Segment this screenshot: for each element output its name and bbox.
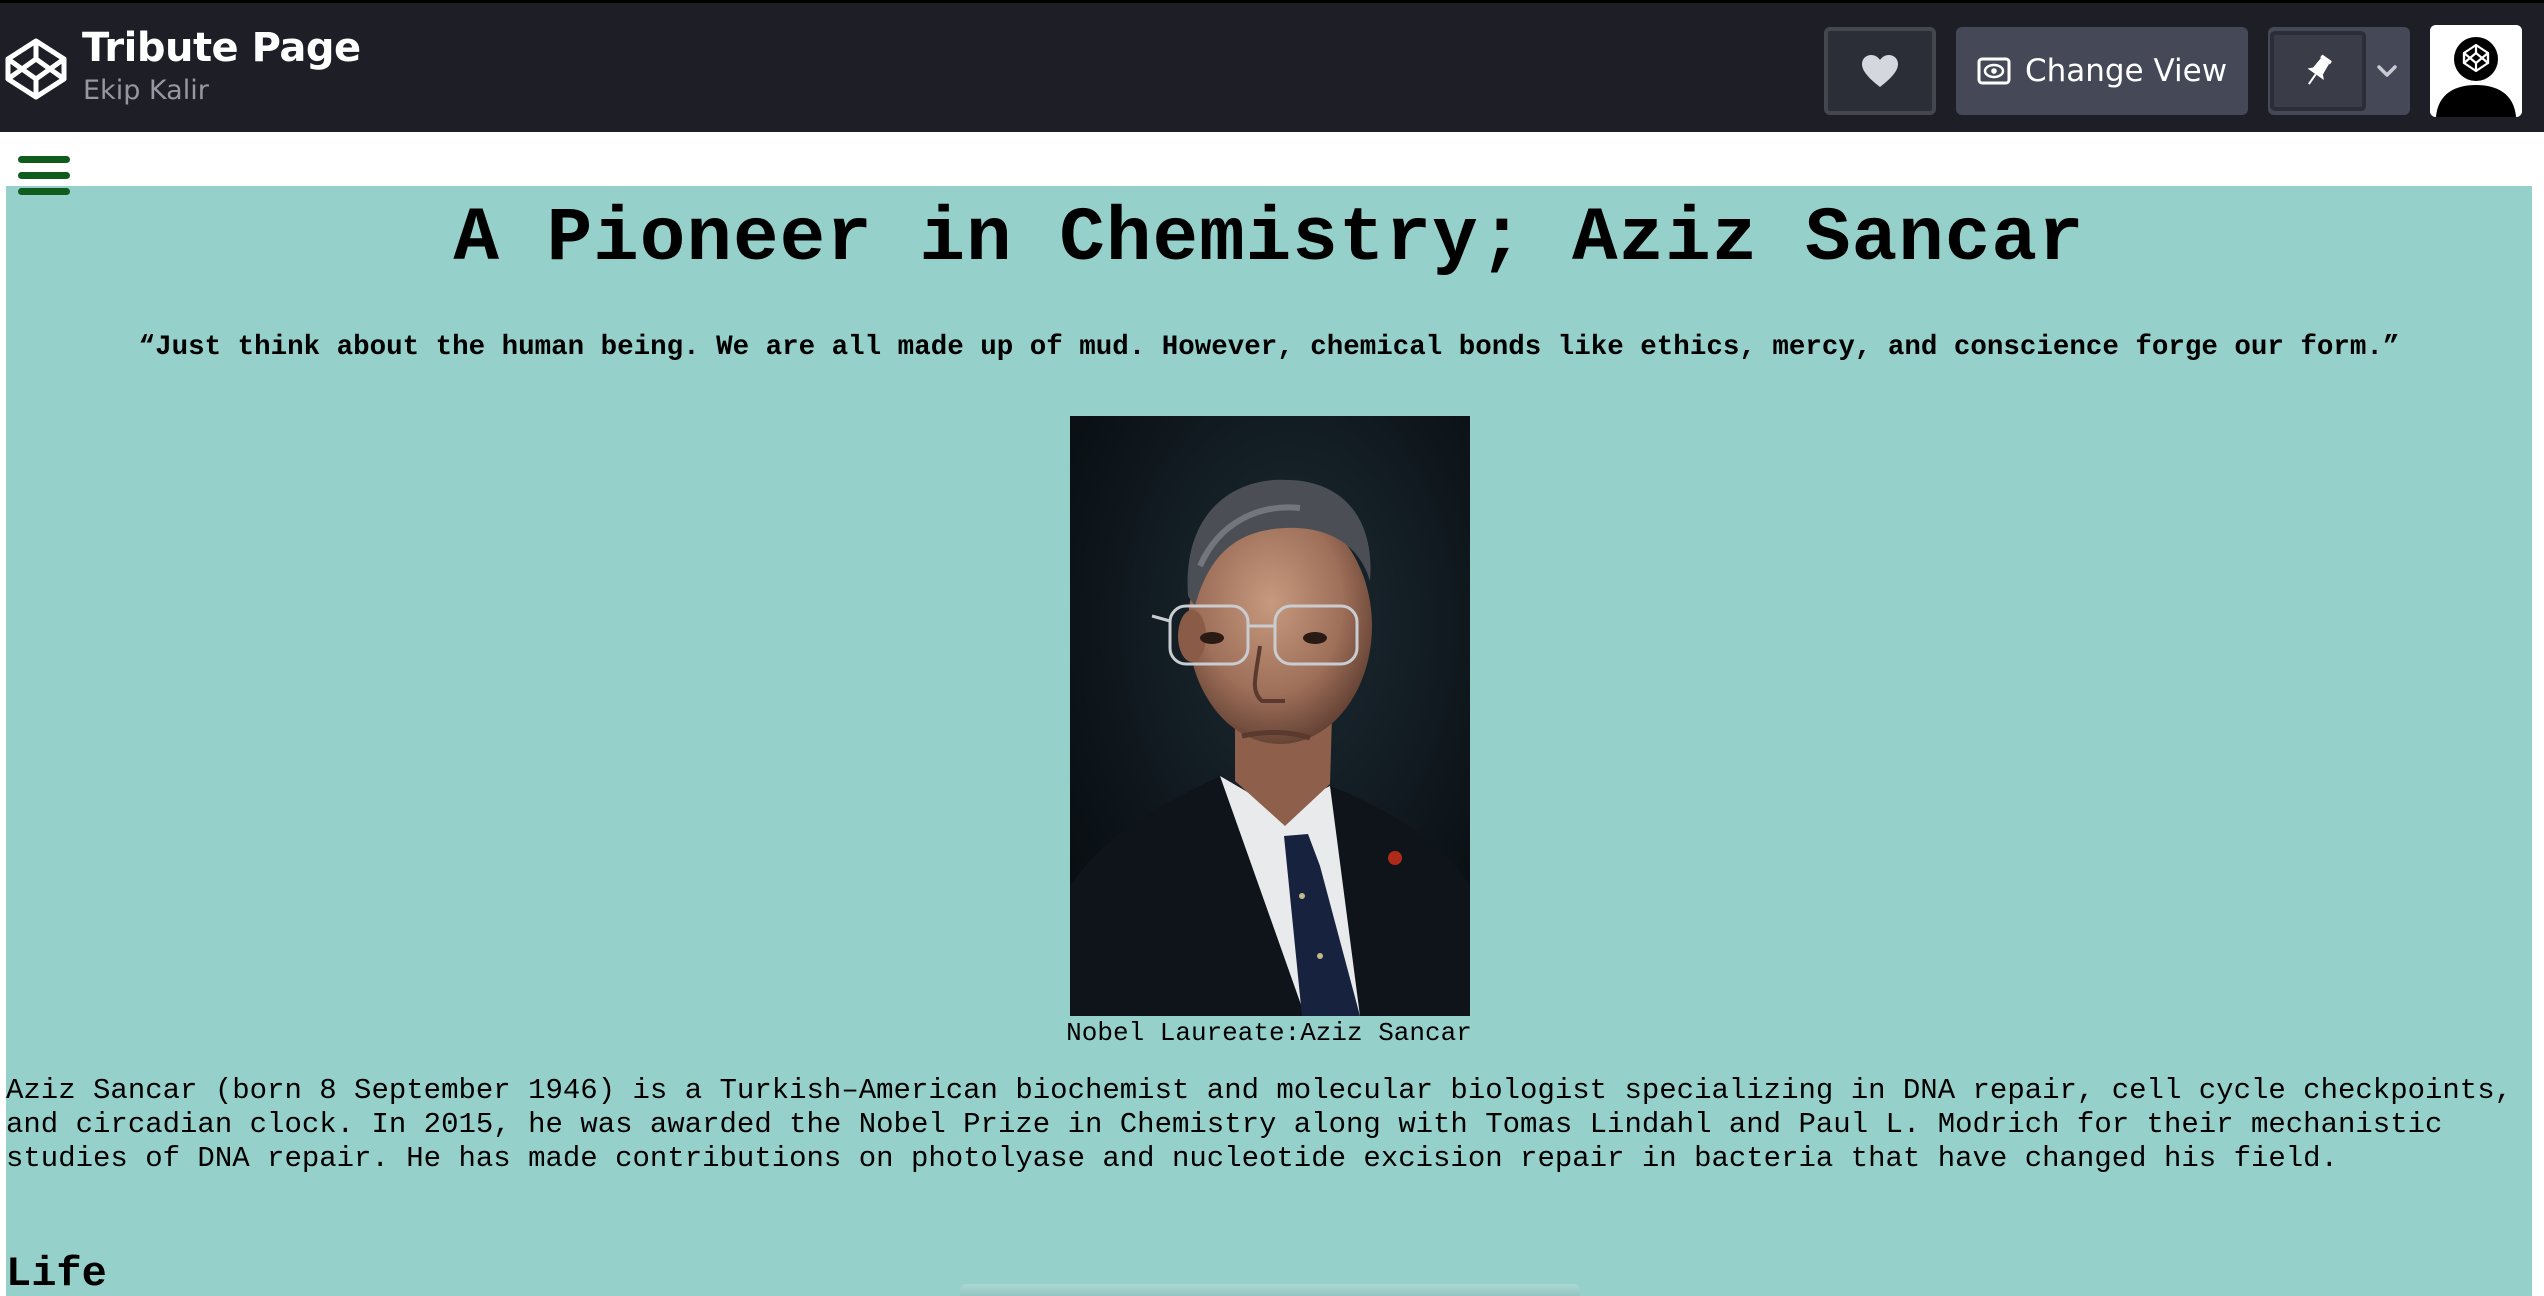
love-button[interactable] [1824, 27, 1936, 115]
pin-button[interactable] [2270, 31, 2366, 111]
pin-dropdown-toggle[interactable] [2366, 31, 2408, 111]
scroll-indicator [960, 1284, 1580, 1296]
eye-icon [1977, 57, 2011, 85]
user-avatar-icon [2430, 25, 2522, 117]
pin-button-group [2268, 27, 2410, 115]
change-view-button[interactable]: Change View [1956, 27, 2248, 115]
pen-title[interactable]: Tribute Page [82, 25, 361, 71]
pin-icon [2307, 54, 2332, 85]
tribute-main: A Pioneer in Chemistry; Aziz Sancar “Jus… [6, 186, 2532, 1296]
section-heading-life: Life [6, 1250, 107, 1296]
heart-icon [1862, 55, 1898, 87]
pen-author[interactable]: Ekip Kalir [83, 75, 209, 106]
chevron-down-icon [2377, 65, 2397, 77]
change-view-label: Change View [2024, 53, 2228, 89]
hamburger-menu-icon[interactable] [18, 156, 72, 202]
tribute-quote: “Just think about the human being. We ar… [138, 332, 2400, 363]
bio-paragraph: Aziz Sancar (born 8 September 1946) is a… [6, 1074, 2513, 1175]
image-caption: Nobel Laureate:Aziz Sancar [1066, 1018, 1472, 1048]
user-avatar[interactable] [2430, 25, 2522, 117]
page-title: A Pioneer in Chemistry; Aziz Sancar [453, 196, 2085, 282]
codepen-header: Tribute Page Ekip Kalir Change View [0, 0, 2544, 132]
portrait-image [1070, 416, 1470, 1016]
codepen-logo-icon[interactable] [4, 37, 68, 101]
